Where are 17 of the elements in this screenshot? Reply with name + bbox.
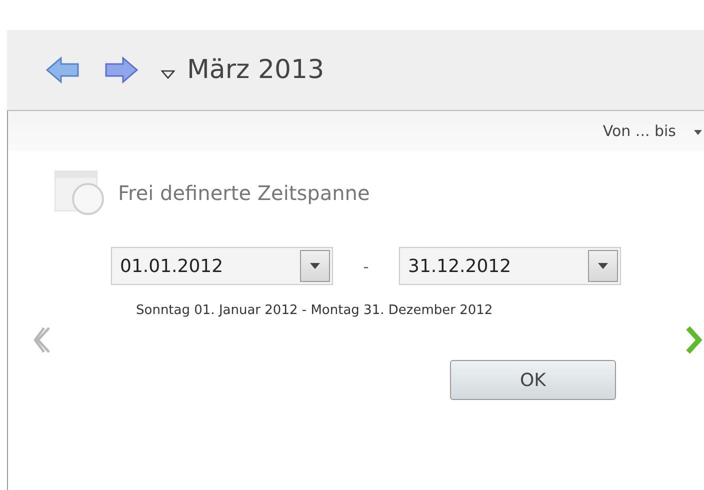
- range-separator: -: [362, 256, 370, 276]
- caret-icon: [310, 263, 320, 269]
- forward-arrow-icon[interactable]: [103, 56, 139, 84]
- month-title: März 2013: [187, 55, 324, 85]
- dropdown-button[interactable]: [588, 250, 618, 282]
- caret-icon: [598, 263, 608, 269]
- from-date-field[interactable]: 01.01.2012: [111, 247, 333, 285]
- dropdown-triangle-icon[interactable]: [161, 70, 175, 80]
- option-label: Frei definerte Zeitspanne: [118, 181, 370, 205]
- dropdown-button[interactable]: [300, 250, 330, 282]
- caret-icon[interactable]: [694, 130, 702, 134]
- calendar-clock-icon: [54, 169, 106, 217]
- range-summary: Sonntag 01. Januar 2012 - Montag 31. Dezember 2012: [135, 303, 494, 318]
- to-date-field[interactable]: 31.12.2012: [399, 247, 621, 285]
- ok-button[interactable]: OK: [450, 360, 616, 400]
- back-arrow-icon[interactable]: [45, 56, 81, 84]
- view-selector[interactable]: Von ... bis: [602, 122, 676, 140]
